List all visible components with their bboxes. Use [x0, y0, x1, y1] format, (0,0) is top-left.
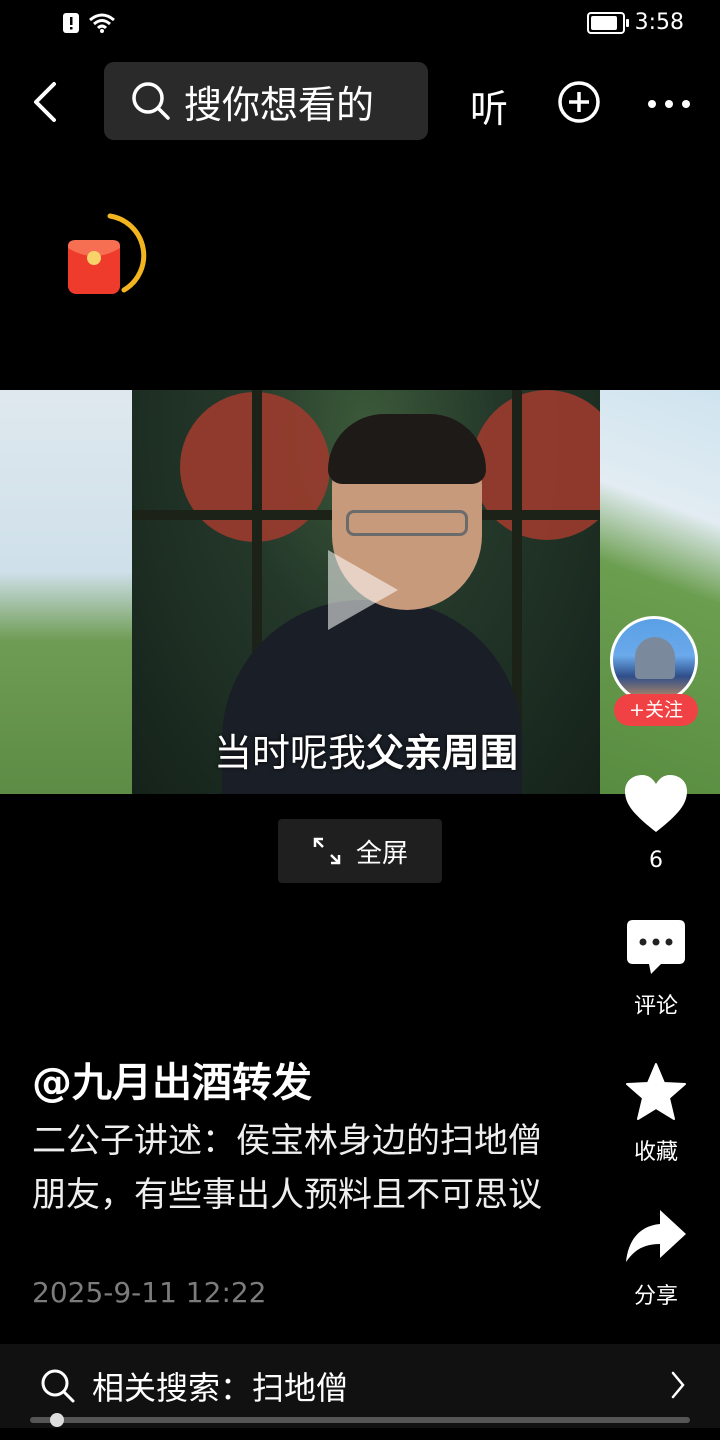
- related-search-bar[interactable]: 相关搜索：扫地僧: [0, 1344, 720, 1428]
- battery-icon: [586, 11, 629, 34]
- search-placeholder: 搜你想看的: [184, 82, 375, 127]
- star-icon: [626, 1063, 686, 1120]
- top-bar: 搜你想看的 听: [0, 60, 720, 142]
- video-blur-right: [600, 390, 720, 794]
- follow-button[interactable]: +关注: [614, 694, 698, 726]
- comment-icon: [627, 920, 685, 974]
- author-avatar[interactable]: [610, 616, 698, 704]
- play-icon[interactable]: [328, 550, 398, 630]
- alert-icon: [63, 13, 79, 33]
- search-input[interactable]: 搜你想看的: [104, 62, 428, 140]
- video-frame: 当时呢我父亲周围: [132, 390, 600, 794]
- progress-handle[interactable]: [50, 1413, 64, 1427]
- avatar-building: [635, 637, 675, 679]
- listen-button[interactable]: 听: [470, 78, 508, 133]
- like-button[interactable]: 6: [610, 774, 702, 873]
- fullscreen-label: 全屏: [355, 838, 408, 869]
- like-count: 6: [649, 848, 663, 873]
- back-icon[interactable]: [28, 80, 68, 124]
- speaker-glasses: [346, 510, 468, 536]
- more-icon[interactable]: [644, 84, 694, 124]
- status-right: 3:58: [586, 10, 684, 35]
- subtitle-normal: 当时呢我: [213, 731, 366, 775]
- heart-icon: [625, 775, 687, 832]
- video-player[interactable]: 当时呢我父亲周围: [0, 390, 720, 794]
- video-blur-left: [0, 390, 132, 794]
- share-button[interactable]: 分享: [610, 1206, 702, 1310]
- share-label: 分享: [633, 1284, 678, 1309]
- status-left: [62, 12, 116, 34]
- video-subtitle: 当时呢我父亲周围: [132, 722, 600, 777]
- status-time: 3:58: [634, 10, 684, 35]
- chevron-right-icon: [671, 1371, 685, 1399]
- post-date: 2025-9-11 12:22: [32, 1276, 267, 1309]
- speaker-hair: [328, 414, 486, 484]
- post-description: 二公子讲述：侯宝林身边的扫地僧朋友，有些事出人预料且不可思议: [32, 1121, 542, 1215]
- subtitle-bold: 父亲周围: [366, 731, 519, 775]
- video-progress-bar[interactable]: [30, 1413, 690, 1427]
- expand-icon: [313, 837, 341, 865]
- plus-circle-icon[interactable]: [557, 80, 601, 124]
- search-icon: [132, 82, 170, 120]
- share-arrow-icon: [626, 1210, 686, 1262]
- favorite-label: 收藏: [633, 1140, 678, 1165]
- comment-button[interactable]: 评论: [610, 918, 702, 1020]
- related-search-label: 相关搜索：扫地僧: [92, 1369, 349, 1407]
- wifi-icon: [89, 13, 115, 33]
- red-envelope-icon[interactable]: [60, 212, 150, 302]
- status-bar: 3:58: [0, 0, 720, 50]
- post-author[interactable]: @九月出酒转发: [32, 1050, 312, 1108]
- comment-label: 评论: [633, 994, 678, 1019]
- favorite-button[interactable]: 收藏: [610, 1062, 702, 1166]
- fullscreen-button[interactable]: 全屏: [278, 819, 442, 883]
- search-icon: [41, 1369, 75, 1403]
